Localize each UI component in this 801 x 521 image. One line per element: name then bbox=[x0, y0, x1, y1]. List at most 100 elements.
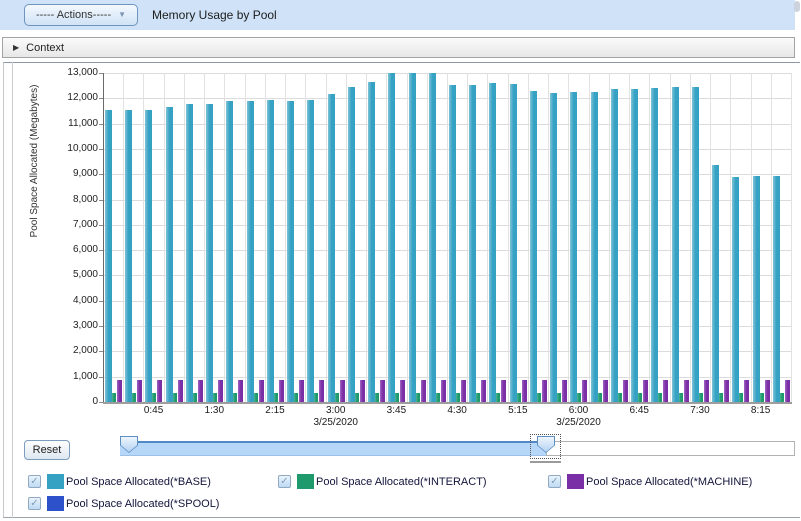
bar-pool-space-allocated-base- bbox=[105, 109, 112, 402]
y-axis-tick-label: 3,000 bbox=[72, 320, 98, 332]
gridline-vertical bbox=[487, 73, 489, 402]
bar-pool-space-allocated-base- bbox=[206, 104, 214, 402]
context-section-label: Context bbox=[26, 41, 65, 54]
bar-pool-space-allocated-base- bbox=[509, 83, 517, 402]
gridline-vertical bbox=[345, 73, 347, 402]
legend-checkbox[interactable]: ✓ bbox=[278, 475, 291, 488]
gridline-vertical bbox=[406, 73, 408, 402]
vertical-scrollbar-thumb[interactable] bbox=[794, 1, 800, 12]
legend-label: Pool Space Allocated(*BASE) bbox=[66, 475, 211, 488]
y-axis-tick-label: 10,000 bbox=[67, 142, 98, 154]
bar-pool-space-allocated-machine- bbox=[643, 380, 649, 402]
bar-pool-space-allocated-base- bbox=[287, 100, 295, 402]
x-axis-tick-label: 3:45 bbox=[386, 405, 407, 416]
bar-pool-space-allocated-interact- bbox=[314, 393, 319, 402]
legend-checkbox[interactable]: ✓ bbox=[28, 497, 41, 510]
legend-label: Pool Space Allocated(*MACHINE) bbox=[586, 475, 753, 488]
expand-arrow-icon: ▶ bbox=[13, 42, 20, 52]
x-axis-tick-label: 5:15 bbox=[508, 405, 528, 416]
y-axis-tick-label: 6,000 bbox=[72, 244, 98, 256]
bar-pool-space-allocated-machine- bbox=[744, 380, 750, 402]
bar-pool-space-allocated-interact- bbox=[172, 393, 177, 402]
bar-pool-space-allocated-base- bbox=[145, 109, 153, 402]
bar-pool-space-allocated-interact- bbox=[779, 393, 784, 402]
bar-pool-space-allocated-interact- bbox=[273, 393, 278, 402]
x-axis-tick-label: 0:45 bbox=[143, 405, 164, 416]
bar-pool-space-allocated-base- bbox=[691, 87, 699, 402]
bar-pool-space-allocated-machine- bbox=[562, 380, 568, 402]
bar-pool-space-allocated-interact- bbox=[678, 393, 683, 402]
bar-pool-space-allocated-base- bbox=[327, 94, 335, 402]
panel-divider bbox=[12, 62, 13, 518]
context-section-toggle[interactable]: ▶ Context bbox=[2, 37, 795, 58]
x-axis-tick-label: 8:15 bbox=[750, 405, 771, 416]
bar-pool-space-allocated-interact- bbox=[435, 393, 440, 402]
bar-pool-space-allocated-interact- bbox=[112, 393, 116, 402]
bar-pool-space-allocated-base- bbox=[408, 73, 416, 402]
gridline-vertical bbox=[669, 73, 671, 402]
gridline-vertical bbox=[224, 73, 226, 402]
bar-pool-space-allocated-base- bbox=[428, 73, 436, 402]
gridline-vertical bbox=[467, 73, 469, 402]
bar-pool-space-allocated-machine- bbox=[278, 380, 284, 402]
bar-pool-space-allocated-interact- bbox=[253, 393, 258, 402]
bar-pool-space-allocated-interact- bbox=[698, 393, 703, 402]
bar-pool-space-allocated-machine- bbox=[683, 380, 689, 402]
x-axis-tick-label: 6:00 3/25/2020 bbox=[556, 405, 601, 428]
bar-pool-space-allocated-base- bbox=[651, 87, 659, 402]
reset-button[interactable]: Reset bbox=[24, 440, 70, 460]
gridline-vertical bbox=[710, 73, 712, 402]
bar-pool-space-allocated-base- bbox=[388, 73, 396, 402]
legend-checkbox[interactable]: ✓ bbox=[548, 475, 561, 488]
x-axis-tick-label: 4:30 bbox=[447, 405, 467, 416]
bar-pool-space-allocated-interact- bbox=[658, 393, 663, 402]
bar-pool-space-allocated-interact- bbox=[192, 393, 197, 402]
bar-pool-space-allocated-base- bbox=[368, 81, 376, 402]
gridline-vertical bbox=[770, 73, 772, 402]
bar-pool-space-allocated-machine- bbox=[703, 380, 709, 402]
bar-pool-space-allocated-interact- bbox=[415, 393, 420, 402]
bar-pool-space-allocated-machine- bbox=[501, 380, 507, 402]
y-axis-tick-label: 12,000 bbox=[67, 92, 98, 104]
bar-pool-space-allocated-base- bbox=[631, 88, 639, 402]
gridline-vertical bbox=[123, 73, 125, 402]
gridline-vertical bbox=[507, 73, 509, 402]
y-axis-tick-label: 5,000 bbox=[72, 269, 98, 281]
x-axis-tick-label: 3:00 3/25/2020 bbox=[313, 405, 358, 428]
gridline-vertical bbox=[588, 73, 590, 402]
bar-pool-space-allocated-base- bbox=[570, 92, 578, 402]
bar-pool-space-allocated-base- bbox=[125, 109, 133, 402]
bar-pool-space-allocated-interact- bbox=[719, 393, 724, 402]
legend-color-swatch bbox=[297, 474, 314, 489]
legend-checkbox[interactable]: ✓ bbox=[28, 475, 41, 488]
gridline-vertical bbox=[183, 73, 185, 402]
bar-pool-space-allocated-machine- bbox=[177, 380, 183, 402]
bar-pool-space-allocated-interact- bbox=[354, 393, 359, 402]
x-axis-tick-label: 6:45 bbox=[629, 405, 649, 416]
bar-pool-space-allocated-base- bbox=[266, 100, 274, 402]
bar-pool-space-allocated-interact- bbox=[617, 393, 622, 402]
x-axis-date-label: 3/25/2020 bbox=[313, 417, 358, 428]
x-axis-tick-label: 7:30 bbox=[690, 405, 710, 416]
bar-pool-space-allocated-base- bbox=[185, 103, 193, 402]
time-range-slider-track[interactable] bbox=[546, 441, 795, 456]
gridline-vertical bbox=[730, 73, 732, 402]
bar-pool-space-allocated-interact- bbox=[213, 393, 218, 402]
time-range-slider-selected[interactable] bbox=[120, 441, 546, 456]
bar-pool-space-allocated-machine- bbox=[521, 380, 527, 402]
bar-pool-space-allocated-machine- bbox=[359, 380, 365, 402]
bar-pool-space-allocated-interact- bbox=[536, 393, 541, 402]
bar-pool-space-allocated-interact- bbox=[395, 393, 400, 402]
bar-pool-space-allocated-interact- bbox=[132, 393, 137, 402]
gridline-vertical bbox=[629, 73, 631, 402]
bar-pool-space-allocated-machine- bbox=[602, 380, 608, 402]
actions-dropdown[interactable]: ----- Actions----- ▼ bbox=[24, 4, 138, 26]
bar-pool-space-allocated-machine- bbox=[461, 380, 466, 402]
y-axis-line bbox=[103, 73, 104, 402]
bar-pool-space-allocated-base- bbox=[712, 164, 720, 402]
gridline-vertical bbox=[608, 73, 610, 402]
bar-pool-space-allocated-machine- bbox=[440, 380, 446, 402]
bar-pool-space-allocated-machine- bbox=[117, 380, 122, 402]
bar-pool-space-allocated-machine- bbox=[582, 380, 588, 402]
bar-pool-space-allocated-machine- bbox=[319, 380, 325, 402]
